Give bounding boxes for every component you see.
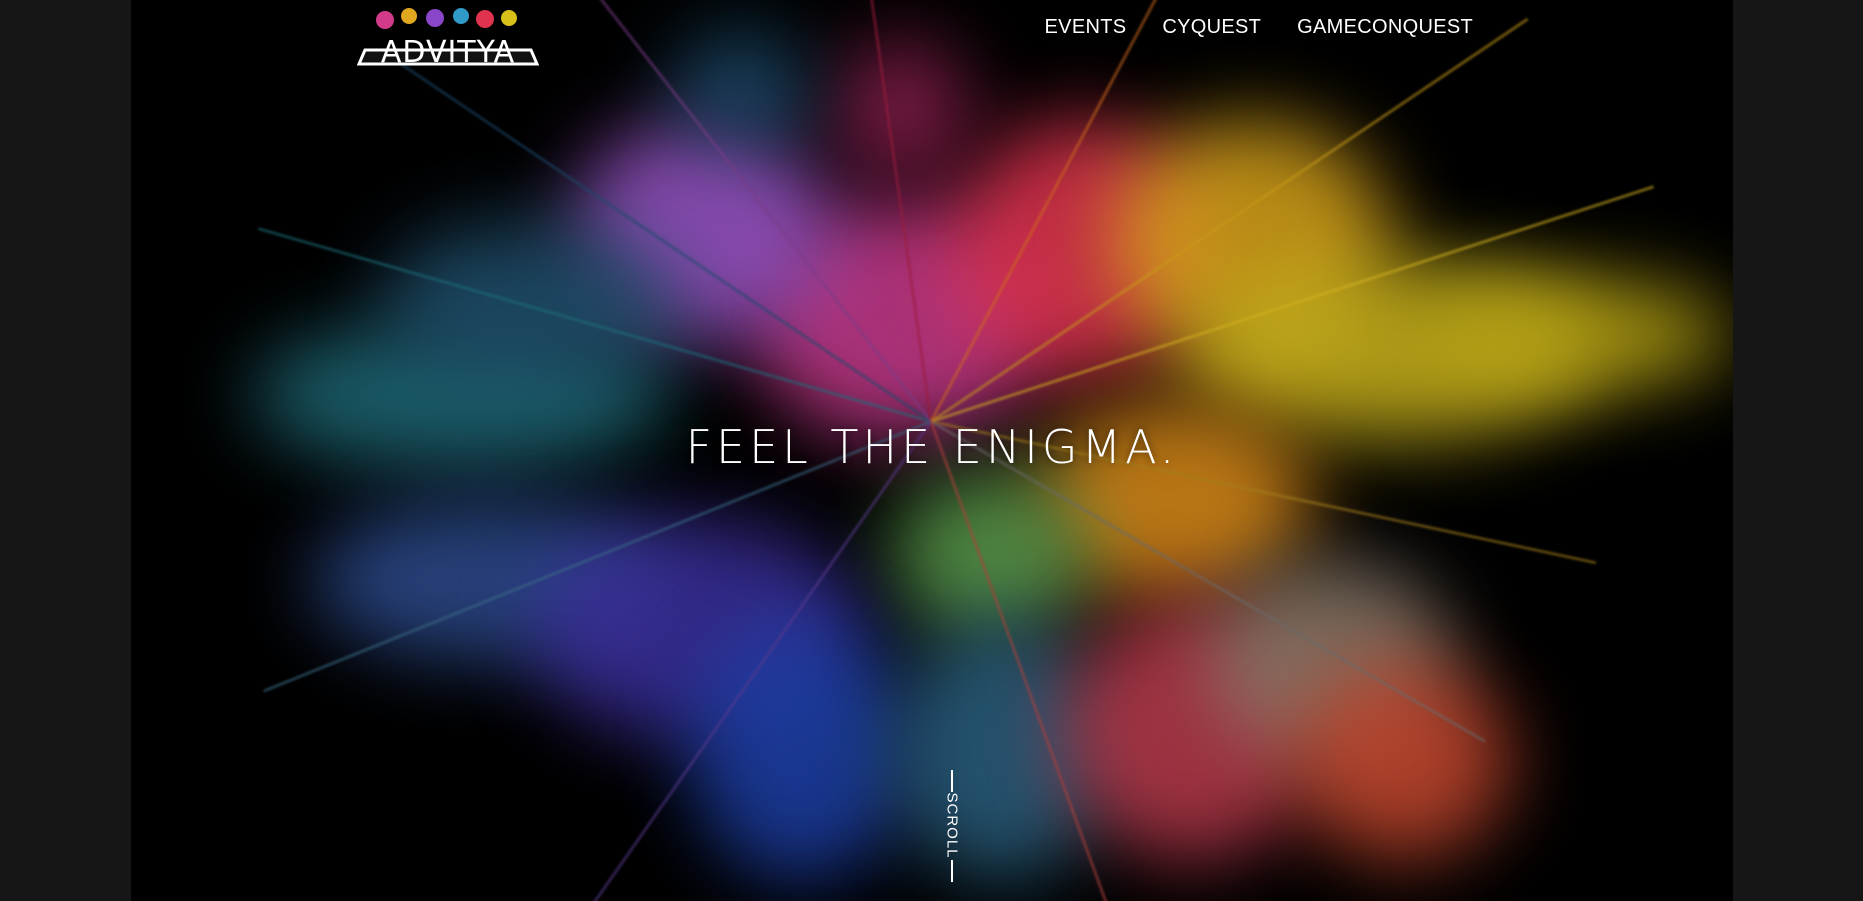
hero-headline: FEEL THE ENIGMA. — [685, 420, 1179, 474]
top-navigation: ADVITYA EVENTS CYQUEST GAMECONQUEST — [131, 0, 1733, 70]
svg-text:ADVITYA: ADVITYA — [381, 35, 515, 68]
scroll-line-top — [951, 770, 953, 792]
advitya-logo[interactable]: ADVITYA — [356, 6, 540, 70]
scroll-label: SCROLL — [943, 792, 961, 859]
logo-graphic: ADVITYA — [356, 8, 540, 70]
nav-link-events[interactable]: EVENTS — [1045, 16, 1127, 39]
main-menu: EVENTS CYQUEST GAMECONQUEST — [1045, 16, 1473, 39]
scroll-line-bottom — [951, 860, 953, 882]
scroll-indicator[interactable]: SCROLL — [937, 770, 967, 882]
nav-link-cyquest[interactable]: CYQUEST — [1162, 16, 1261, 39]
page-frame: ADVITYA EVENTS CYQUEST GAMECONQUEST FEEL… — [131, 0, 1733, 901]
nav-link-gameconquest[interactable]: GAMECONQUEST — [1297, 16, 1473, 39]
